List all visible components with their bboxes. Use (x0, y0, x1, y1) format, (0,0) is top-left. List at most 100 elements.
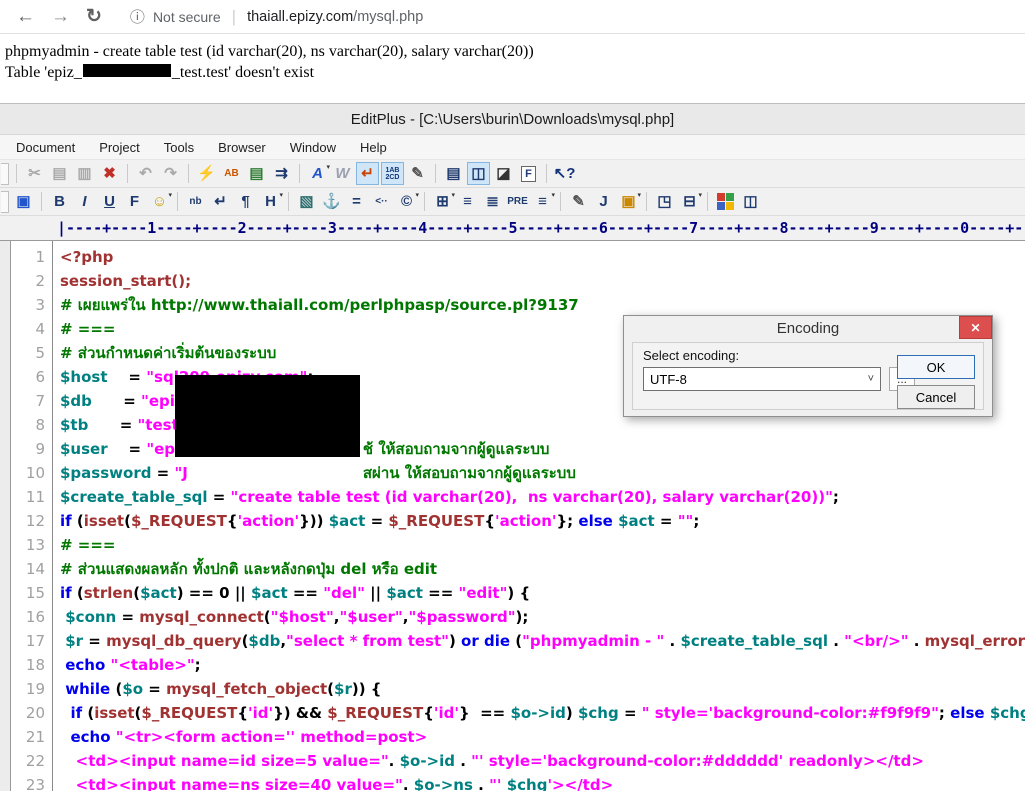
context-help-icon[interactable]: ↖? (553, 162, 576, 185)
url-separator: | (231, 6, 237, 26)
code-text: # ส่วนกำหนดค่าเริ่มต้นของระบบ (60, 344, 277, 362)
new-window-icon[interactable]: ◳ (653, 190, 676, 213)
preformatted-icon[interactable]: PRE (506, 190, 529, 213)
code-line[interactable]: 21 echo "<tr><form action='' method=post… (11, 725, 1025, 749)
code-line[interactable]: 18 echo "<table>"; (11, 653, 1025, 677)
line-numbers-icon[interactable]: 1AB 2CD (381, 162, 404, 185)
cut-icon[interactable]: ✂ (23, 162, 46, 185)
directory-window-icon[interactable]: ▤ (442, 162, 465, 185)
smiley-icon[interactable]: ☺ ▾ (148, 190, 172, 213)
menu-item-window[interactable]: Window (278, 140, 348, 155)
heading-icon[interactable]: H ▾ (259, 190, 283, 213)
line-number: 15 (25, 584, 45, 602)
w-style-icon[interactable]: W (331, 162, 354, 185)
redo-icon[interactable]: ↷ (159, 162, 182, 185)
code-line[interactable]: 16 $conn = mysql_connect("$host","$user"… (11, 605, 1025, 629)
code-line[interactable]: 10 $password = "J สผ่าน ให้สอบถามจากผู้ดูแ… (11, 461, 1025, 485)
objects-icon[interactable]: ▣ ▾ (617, 190, 641, 213)
toolbar-separator (288, 192, 289, 211)
line-break-icon[interactable]: ↵ (209, 190, 232, 213)
output-window-icon[interactable]: ◪ (492, 162, 515, 185)
menu-bar: Document Project Tools Browser Window Help (0, 135, 1025, 160)
menu-item-browser[interactable]: Browser (206, 140, 278, 155)
find-icon[interactable]: ⚡ (195, 162, 218, 185)
underline-icon[interactable]: U (98, 190, 121, 213)
italic-icon[interactable]: I (73, 190, 96, 213)
reload-icon[interactable]: ↻ (86, 7, 102, 26)
bold-icon[interactable]: B (48, 190, 71, 213)
menu-item-document[interactable]: Document (4, 140, 87, 155)
comment-icon[interactable]: <·· (370, 190, 393, 213)
window-edge-strip (0, 241, 11, 791)
list-icon[interactable]: ≡ ▾ (531, 190, 555, 213)
code-line[interactable]: 20 if (isset($_REQUEST{'id'}) && $_REQUE… (11, 701, 1025, 725)
color-picker-icon[interactable] (714, 190, 737, 213)
nbsp-icon[interactable]: nb (184, 190, 207, 213)
ok-button[interactable]: OK (897, 355, 975, 379)
forward-icon[interactable]: → (51, 7, 70, 26)
text-color-icon[interactable]: A ▾ (306, 162, 330, 185)
window-title-bar[interactable]: EditPlus - [C:\Users\burin\Downloads\mys… (0, 104, 1025, 135)
editplus-window: EditPlus - [C:\Users\burin\Downloads\mys… (0, 103, 1025, 791)
code-line[interactable]: 14 # ส่วนแสดงผลหลัก ทั้งปกติ และหลังกดปุ่… (11, 557, 1025, 581)
url-path[interactable]: /mysql.php (353, 9, 423, 25)
copy-icon[interactable]: ▤ (48, 162, 71, 185)
code-line[interactable]: 11 $create_table_sql = "create table test… (11, 485, 1025, 509)
script-icon[interactable]: ✎ (567, 190, 590, 213)
sidebar-window-icon[interactable]: ◫ (467, 162, 490, 185)
code-line[interactable]: 19 while ($o = mysql_fetch_object($r)) { (11, 677, 1025, 701)
font-size-icon[interactable]: F (123, 190, 146, 213)
code-text: while ($o = mysql_fetch_object($r)) { (65, 680, 382, 698)
line-number: 8 (35, 416, 45, 434)
paste-icon[interactable]: ▥ (73, 162, 96, 185)
goto-line-icon[interactable]: ⇉ (270, 162, 293, 185)
paragraph-icon[interactable]: ¶ (234, 190, 257, 213)
line-number: 5 (35, 344, 45, 362)
split-window-icon[interactable]: ◫ (739, 190, 762, 213)
code-line[interactable]: 2 session_start(); (11, 269, 1025, 293)
align-center-icon[interactable]: ≡ (456, 190, 479, 213)
code-text: <td><input name=ns size=40 value=". $o->… (75, 776, 614, 791)
encoding-select[interactable]: UTF-8 ˅ (643, 367, 881, 391)
toolbar-standard: ✂ ▤ ▥ ✖ ↶ ↷ ⚡ AB ▤ ⇉ A ▾ W ↵ 1AB 2CD ✎ ▤ ◫ ◪ F ↖? (0, 160, 1025, 188)
word-wrap-icon[interactable]: ↵ (356, 162, 379, 185)
file-copy-icon[interactable]: ▤ (245, 162, 268, 185)
code-line[interactable]: 17 $r = mysql_db_query($db,"select * fro… (11, 629, 1025, 653)
dialog-title-bar[interactable]: Encoding ✕ (624, 316, 992, 341)
code-line[interactable]: 13 # === (11, 533, 1025, 557)
code-line[interactable]: 12 if (isset($_REQUEST{'action'})) $act =… (11, 509, 1025, 533)
arrange-icon[interactable]: ⊟ ▾ (678, 190, 702, 213)
code-line[interactable]: 3 # เผยแพร่ใน http://www.thaiall.com/perl… (11, 293, 1025, 317)
horizontal-rule-icon[interactable]: = (345, 190, 368, 213)
function-list-icon[interactable]: ✎ (406, 162, 429, 185)
align-right-icon[interactable]: ≣ (481, 190, 504, 213)
back-icon[interactable]: ← (16, 7, 35, 26)
image-icon[interactable]: ▧ (295, 190, 318, 213)
browser-preview-icon[interactable]: ▣ (12, 190, 35, 213)
code-text: if (strlen($act) == 0 || $act == "del" |… (60, 584, 531, 602)
code-line[interactable]: 9 $user = "epiz ช้ ให้สอบถามจากผู้ดูแลระบบ (11, 437, 1025, 461)
f-window-icon[interactable]: F (517, 162, 540, 185)
code-text: echo "<tr><form action='' method=post> (70, 728, 428, 746)
toolbar-separator (435, 164, 436, 183)
menu-item-project[interactable]: Project (87, 140, 151, 155)
close-icon[interactable]: ✕ (959, 316, 992, 339)
menu-item-tools[interactable]: Tools (152, 140, 206, 155)
url-host[interactable]: thaiall.epizy.com (247, 9, 353, 25)
info-icon[interactable]: ⓘ (130, 6, 145, 27)
table-icon[interactable]: ⊞ ▾ (431, 190, 455, 213)
delete-icon[interactable]: ✖ (98, 162, 121, 185)
anchor-icon[interactable]: ⚓ (320, 190, 343, 213)
replace-icon[interactable]: AB (220, 162, 243, 185)
java-icon[interactable]: J (592, 190, 615, 213)
code-line[interactable]: 15 if (strlen($act) == 0 || $act == "del"… (11, 581, 1025, 605)
code-line[interactable]: 1 <?php (11, 245, 1025, 269)
special-char-icon[interactable]: © ▾ (395, 190, 419, 213)
encoding-dialog: Encoding ✕ Select encoding: UTF-8 ˅ ... … (623, 315, 993, 417)
menu-item-help[interactable]: Help (348, 140, 399, 155)
code-line[interactable]: 23 <td><input name=ns size=40 value=". $… (11, 773, 1025, 791)
cancel-button[interactable]: Cancel (897, 385, 975, 409)
undo-icon[interactable]: ↶ (134, 162, 157, 185)
chevron-down-icon: ˅ (867, 373, 874, 385)
code-line[interactable]: 22 <td><input name=id size=5 value=". $o… (11, 749, 1025, 773)
